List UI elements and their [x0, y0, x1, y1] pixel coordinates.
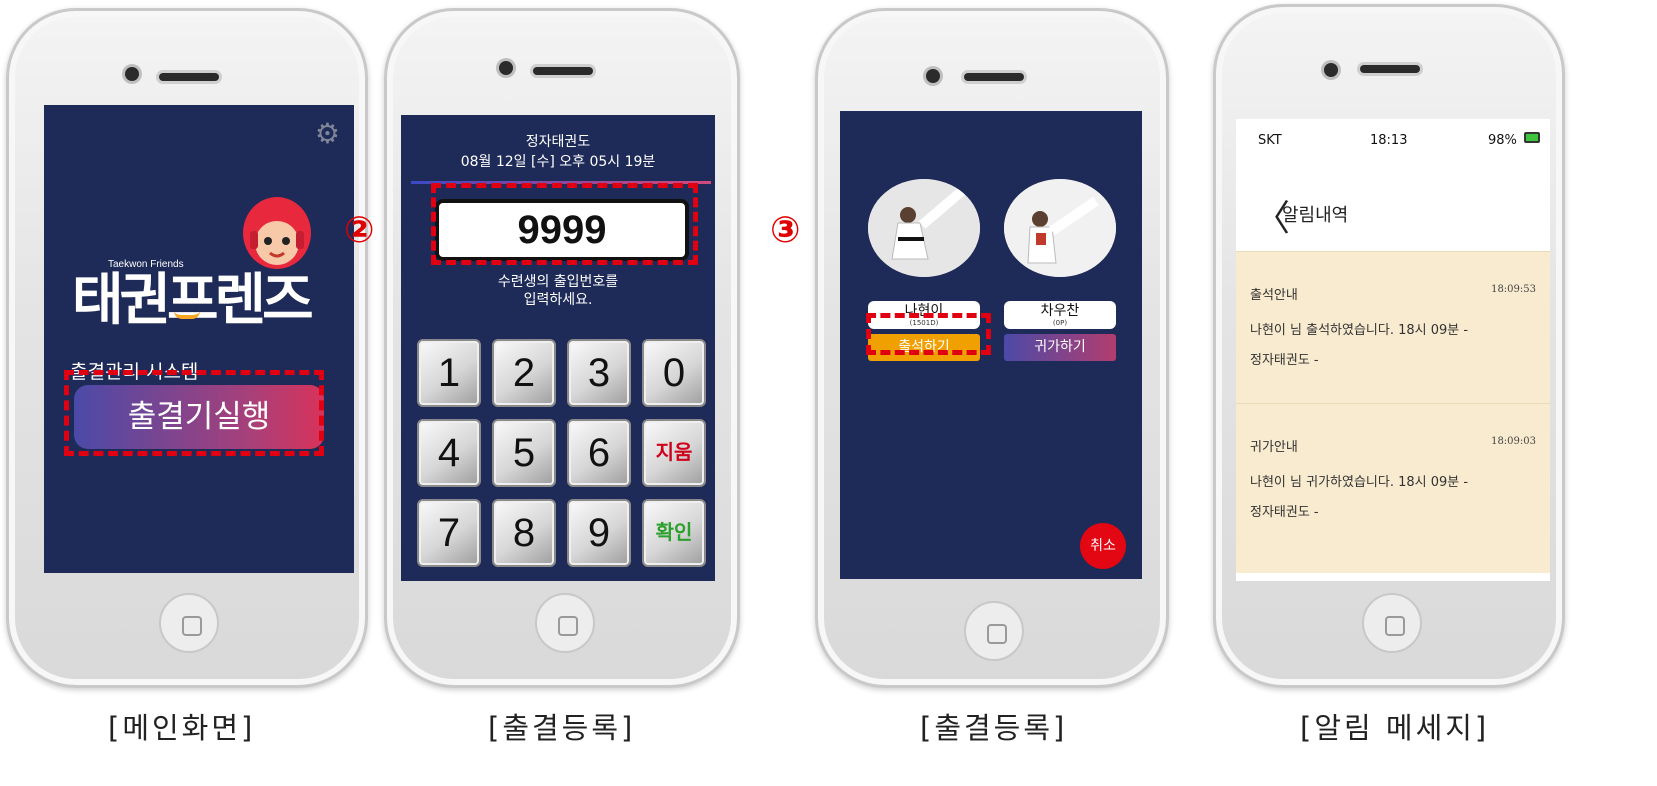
dojo-name: 정자태권도: [525, 134, 591, 150]
phone-main-screen: ⚙ Taekwon Friends 태권프렌즈 출결관리 시스템 출결기실행: [6, 8, 368, 688]
highlight-code-input: [431, 183, 698, 265]
status-time: 18:13: [1370, 133, 1408, 148]
key-delete[interactable]: 지움: [642, 419, 706, 487]
notification-screen: SKT 18:13 98% 〈 알림내역 출석안내 18:09:53 나현이 님 출…: [1236, 119, 1550, 581]
status-bar: SKT 18:13 98%: [1236, 119, 1550, 159]
step-3-marker: ③: [770, 210, 801, 251]
hint-line-1: 수련생의 출입번호를: [497, 274, 619, 290]
step-2-marker: ②: [344, 210, 375, 251]
notification-body: 나현이 님 귀가하였습니다. 18시 09분 - 정자태권도 -: [1250, 475, 1469, 520]
carrier: SKT: [1258, 133, 1282, 148]
home-button[interactable]: [1362, 593, 1422, 653]
notification-time: 18:09:53: [1491, 284, 1536, 295]
camera: [926, 69, 940, 83]
settings-gear-icon[interactable]: ⚙: [315, 117, 340, 150]
key-7[interactable]: 7: [417, 499, 481, 567]
camera: [125, 67, 139, 81]
app-logo: 태권프렌즈: [72, 268, 314, 333]
key-confirm[interactable]: 확인: [642, 499, 706, 567]
cancel-button[interactable]: 취소: [1080, 523, 1126, 569]
caption-register-1: [출결등록]: [488, 711, 636, 745]
student-photo-2: [1004, 179, 1116, 277]
notification-title: 귀가안내: [1250, 440, 1298, 455]
date-time: 08월 12일 [수] 오후 05시 19분: [460, 154, 656, 170]
battery-icon: [1524, 132, 1540, 143]
speaker: [533, 67, 593, 75]
student-card: 차우찬 (0P): [1004, 301, 1116, 329]
go-home-button[interactable]: 귀가하기: [1004, 334, 1116, 361]
student-code: (0P): [1052, 319, 1068, 327]
key-0[interactable]: 0: [642, 339, 706, 407]
phone-notifications: SKT 18:13 98% 〈 알림내역 출석안내 18:09:53 나현이 님 출…: [1213, 4, 1565, 688]
highlight-attend-button: [866, 313, 991, 355]
phone-code-entry: 정자태권도 08월 12일 [수] 오후 05시 19분 9999 수련생의 출…: [384, 8, 740, 688]
notification-item[interactable]: 출석안내 18:09:53 나현이 님 출석하였습니다. 18시 09분 - 정자태…: [1236, 251, 1550, 403]
speaker: [159, 73, 219, 81]
key-2[interactable]: 2: [492, 339, 556, 407]
logo-smile: [174, 311, 200, 319]
caption-register-2: [출결등록]: [920, 711, 1068, 745]
camera: [1324, 63, 1338, 77]
caption-notice: [알림 메세지]: [1300, 711, 1490, 745]
speaker: [964, 73, 1024, 81]
key-6[interactable]: 6: [567, 419, 631, 487]
key-9[interactable]: 9: [567, 499, 631, 567]
page-title: 알림내역: [1282, 205, 1349, 226]
student-photo-1: [868, 179, 980, 277]
notification-title: 출석안내: [1250, 288, 1298, 303]
home-button[interactable]: [964, 601, 1024, 661]
notification-time: 18:09:03: [1491, 436, 1536, 447]
notification-body: 나현이 님 출석하였습니다. 18시 09분 - 정자태권도 -: [1250, 323, 1469, 368]
hint-line-2: 입력하세요.: [523, 292, 593, 308]
caption-main: [메인화면]: [108, 711, 256, 745]
camera: [499, 61, 513, 75]
battery-percent: 98%: [1488, 133, 1517, 148]
home-button[interactable]: [535, 593, 595, 653]
speaker: [1360, 65, 1420, 73]
key-8[interactable]: 8: [492, 499, 556, 567]
highlight-run-button: [64, 370, 324, 456]
student-name: 차우찬: [1040, 303, 1080, 319]
key-5[interactable]: 5: [492, 419, 556, 487]
notification-item[interactable]: 귀가안내 18:09:03 나현이 님 귀가하였습니다. 18시 09분 - 정자태…: [1236, 403, 1550, 573]
key-1[interactable]: 1: [417, 339, 481, 407]
key-3[interactable]: 3: [567, 339, 631, 407]
key-4[interactable]: 4: [417, 419, 481, 487]
main-screen: ⚙ Taekwon Friends 태권프렌즈 출결관리 시스템 출결기실행: [44, 105, 354, 573]
home-button[interactable]: [159, 593, 219, 653]
